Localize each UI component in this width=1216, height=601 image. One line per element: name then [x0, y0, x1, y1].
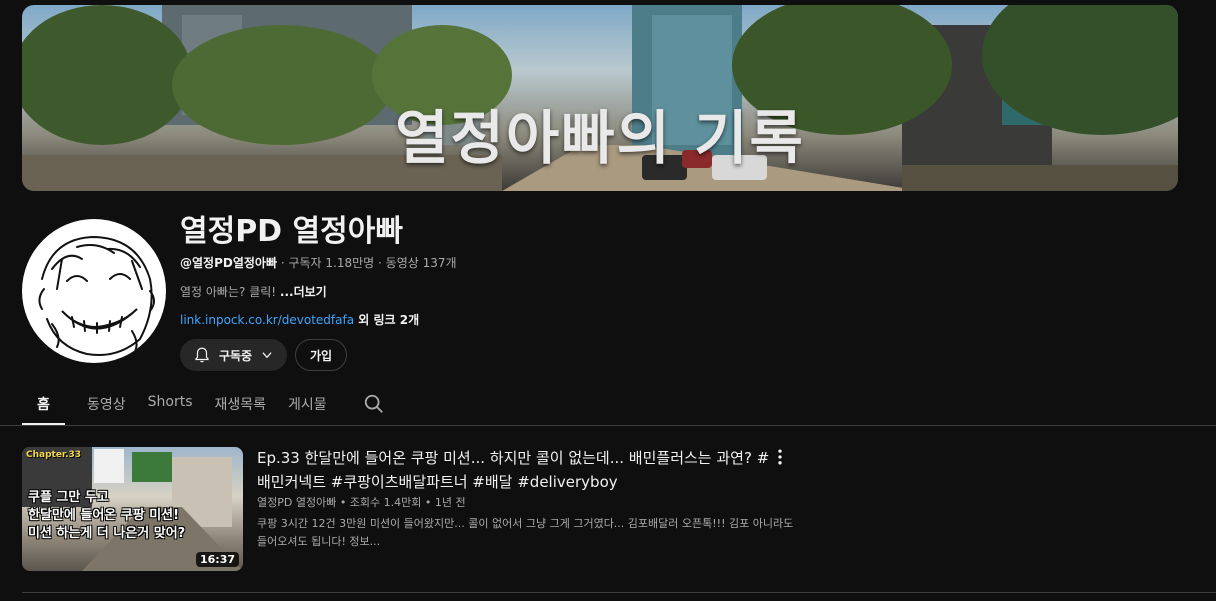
tabs-divider [0, 425, 1216, 426]
subscriber-count: · 구독자 1.18만명 [280, 256, 375, 270]
channel-description[interactable]: 열정 아빠는? 클릭! ...더보기 [180, 283, 327, 300]
more-links[interactable]: 외 링크 2개 [354, 313, 419, 327]
description-text: 열정 아빠는? 클릭! [180, 285, 280, 299]
tab-home[interactable]: 홈 [22, 386, 65, 425]
channel-handle: @열정PD열정아빠 [180, 256, 277, 270]
video-duration: 16:37 [195, 552, 239, 567]
channel-tabs: 홈 동영상 Shorts 재생목록 게시물 [22, 386, 349, 425]
video-meta: 열정PD 열정아빠 • 조회수 1.4만회 • 1년 전 [257, 496, 466, 509]
thumb-line-3: 미션 하는게 더 나은거 맞어? [28, 526, 186, 541]
avatar-drawing [38, 235, 155, 356]
section-divider [22, 592, 1216, 593]
more-vert-icon[interactable] [770, 447, 790, 467]
video-description: 쿠팡 3시간 12건 3만원 미션이 들어왔지만... 콜이 없어서 그냥 그게… [257, 517, 794, 548]
join-button[interactable]: 가입 [295, 339, 347, 371]
search-icon[interactable] [363, 393, 385, 415]
thumb-line-1: 쿠플 그만 두고 [28, 490, 109, 505]
subscribed-label: 구독중 [218, 348, 253, 363]
channel-name: 열정PD 열정아빠 [180, 214, 403, 249]
bell-icon [195, 347, 209, 363]
thumb-line-2: 한달만에 들어온 쿠팡 미션! [28, 508, 180, 523]
tab-posts[interactable]: 게시물 [288, 386, 327, 425]
channel-meta: @열정PD열정아빠 · 구독자 1.18만명 · 동영상 137개 [180, 254, 457, 271]
channel-link-url[interactable]: link.inpock.co.kr/devotedfafa [180, 313, 354, 327]
channel-avatar[interactable] [22, 219, 166, 363]
subscribed-button[interactable]: 구독중 [180, 339, 287, 371]
tab-shorts[interactable]: Shorts [148, 386, 193, 425]
more-link[interactable]: ...더보기 [280, 285, 327, 299]
video-count: · 동영상 137개 [378, 256, 457, 270]
channel-links[interactable]: link.inpock.co.kr/devotedfafa 외 링크 2개 [180, 311, 419, 328]
banner-title: 열정아빠의 기록 [395, 104, 805, 172]
channel-banner: 열정아빠의 기록 [22, 5, 1178, 191]
tab-videos[interactable]: 동영상 [87, 386, 126, 425]
thumb-chapter: Chapter.33 [26, 450, 82, 460]
tab-playlists[interactable]: 재생목록 [215, 386, 267, 425]
video-title[interactable]: Ep.33 한달만에 들어온 쿠팡 미션... 하지만 콜이 없는데... 배민… [257, 446, 777, 494]
video-thumbnail[interactable]: Chapter.33 쿠플 그만 두고 한달만에 들어온 쿠팡 미션! 미션 하… [22, 447, 243, 571]
chevron-down-icon [262, 352, 272, 359]
